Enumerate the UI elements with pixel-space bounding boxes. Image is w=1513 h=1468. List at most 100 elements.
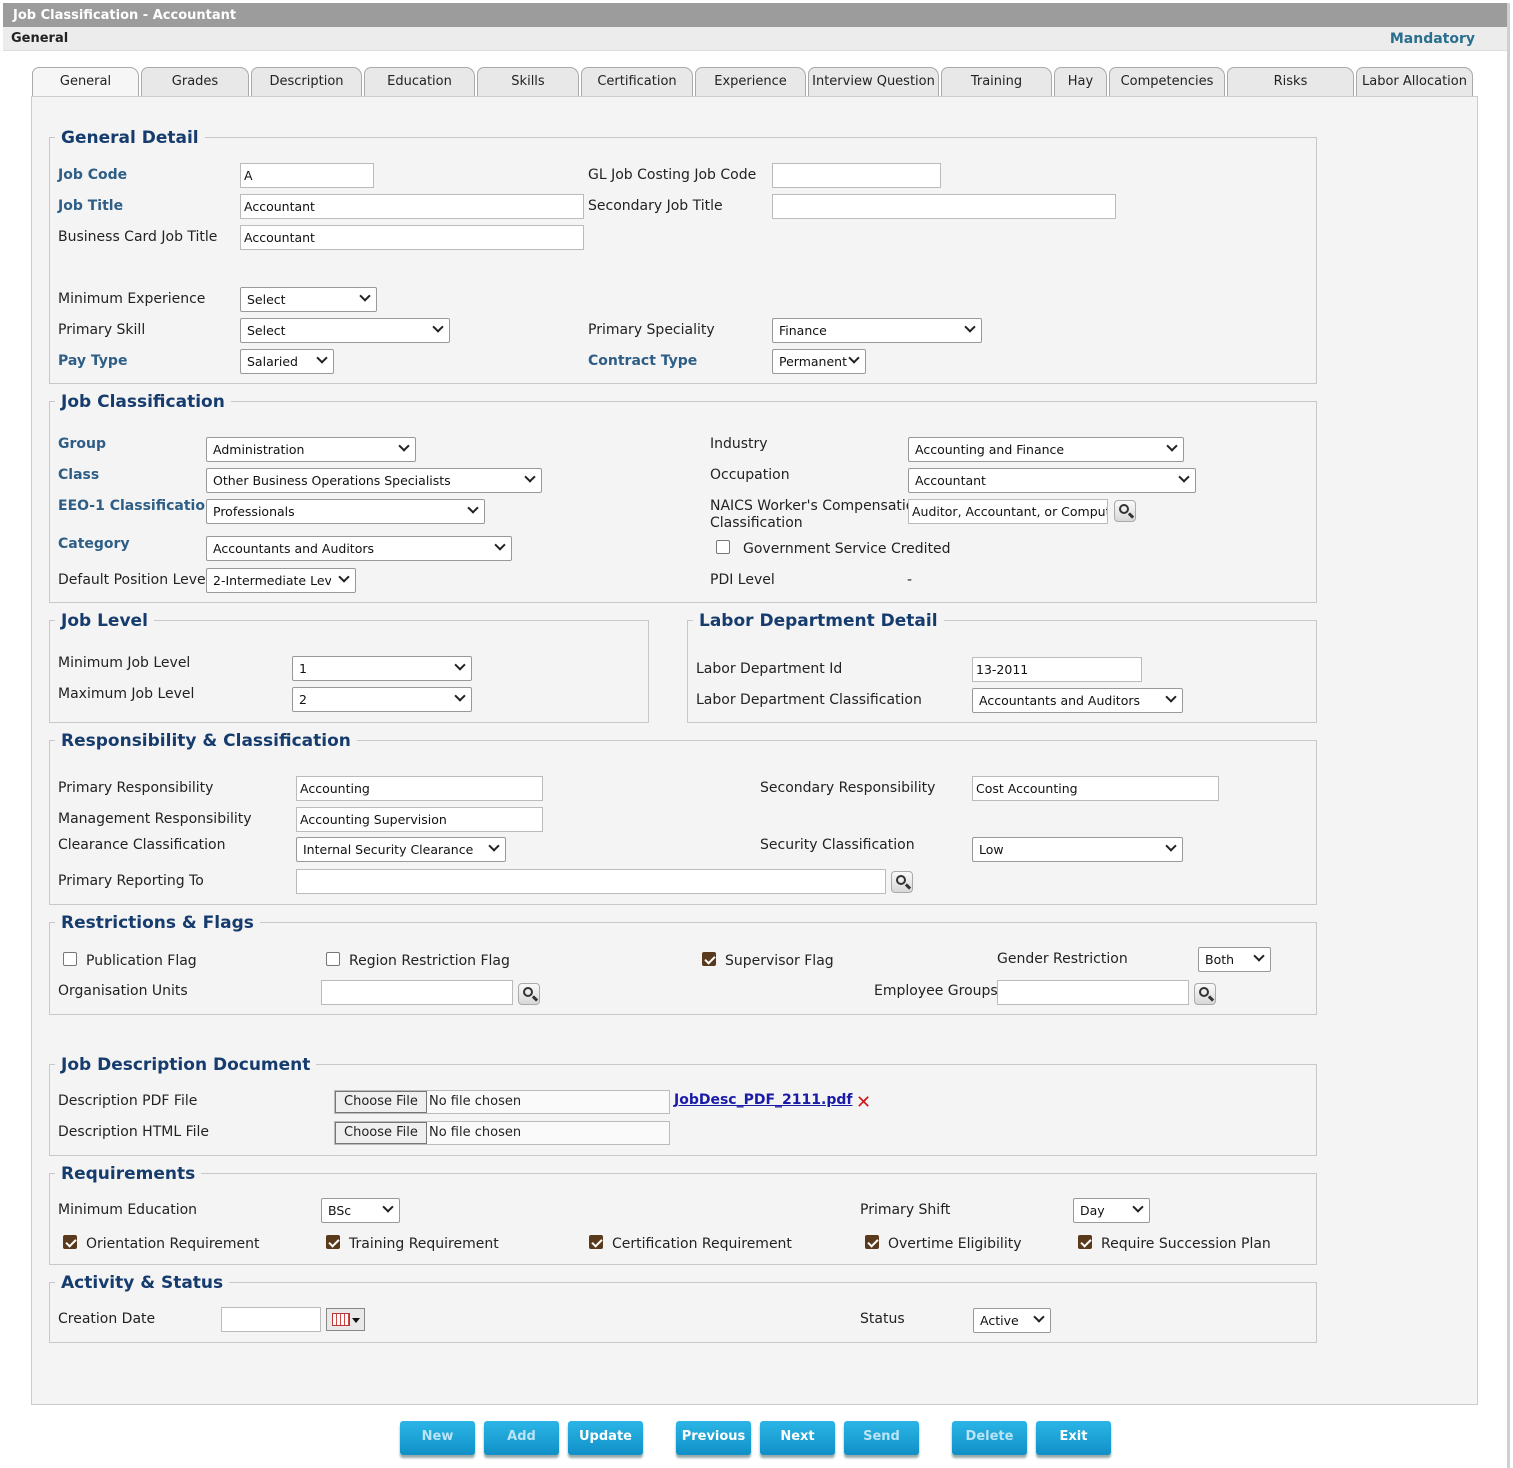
primary-responsibility-input[interactable]: Accounting	[296, 776, 543, 801]
business-card-input[interactable]: Accountant	[240, 225, 584, 250]
chevron-down-icon	[1132, 1201, 1144, 1213]
contract-type-select[interactable]: Permanent	[772, 349, 866, 374]
section-title: General	[11, 31, 69, 46]
overtime-checkbox[interactable]	[865, 1235, 879, 1249]
certification-checkbox[interactable]	[589, 1235, 603, 1249]
tab-competencies[interactable]: Competencies	[1109, 67, 1225, 97]
training-checkbox[interactable]	[326, 1235, 340, 1249]
pdf-choose-file-button[interactable]: Choose File	[335, 1091, 427, 1113]
security-select[interactable]: Low	[972, 837, 1183, 862]
tab-labor-allocation[interactable]: Labor Allocation	[1356, 67, 1473, 97]
gl-code-input[interactable]	[772, 163, 941, 188]
tab-skills[interactable]: Skills	[477, 67, 579, 97]
labor-dept-id-input[interactable]: 13-2011	[972, 657, 1142, 682]
secondary-title-label: Secondary Job Title	[588, 198, 723, 214]
update-button[interactable]: Update	[568, 1421, 643, 1455]
gov-service-checkbox[interactable]	[716, 540, 730, 554]
new-button[interactable]: New	[400, 1421, 475, 1455]
training-label: Training Requirement	[349, 1236, 499, 1252]
chevron-down-icon	[494, 539, 506, 551]
primary-speciality-select[interactable]: Finance	[772, 318, 982, 343]
responsibility-legend: Responsibility & Classification	[55, 731, 357, 751]
primary-shift-label: Primary Shift	[860, 1202, 951, 1218]
default-position-label: Default Position Level	[58, 572, 210, 588]
clearance-select[interactable]: Internal Security Clearance	[296, 837, 506, 862]
status-label: Status	[860, 1311, 905, 1327]
org-units-input[interactable]	[321, 980, 513, 1005]
occupation-label: Occupation	[710, 467, 790, 483]
html-choose-file-button[interactable]: Choose File	[335, 1122, 427, 1144]
chevron-down-icon	[488, 840, 500, 852]
orientation-checkbox[interactable]	[63, 1235, 77, 1249]
tab-experience[interactable]: Experience	[695, 67, 806, 97]
add-button[interactable]: Add	[484, 1421, 559, 1455]
gl-code-label: GL Job Costing Job Code	[588, 167, 757, 183]
primary-shift-select[interactable]: Day	[1073, 1198, 1150, 1223]
management-responsibility-input[interactable]: Accounting Supervision	[296, 807, 543, 832]
delete-button[interactable]: Delete	[952, 1421, 1027, 1455]
pay-type-select[interactable]: Salaried	[240, 349, 334, 374]
secondary-title-input[interactable]	[772, 194, 1116, 219]
management-responsibility-label: Management Responsibility	[58, 811, 252, 827]
naics-search-button[interactable]	[1114, 500, 1136, 522]
html-file-input[interactable]: Choose File No file chosen	[334, 1121, 670, 1145]
tab-interview-question[interactable]: Interview Question	[808, 67, 939, 97]
occupation-select[interactable]: Accountant	[908, 468, 1196, 493]
tab-hay[interactable]: Hay	[1054, 67, 1107, 97]
primary-skill-select[interactable]: Select	[240, 318, 450, 343]
employee-groups-search-button[interactable]	[1194, 983, 1216, 1005]
reporting-to-input[interactable]	[296, 869, 886, 894]
industry-select[interactable]: Accounting and Finance	[908, 437, 1184, 462]
region-flag-checkbox[interactable]	[326, 952, 340, 966]
tab-description[interactable]: Description	[251, 67, 362, 97]
supervisor-flag-label: Supervisor Flag	[725, 953, 834, 969]
restrictions-legend: Restrictions & Flags	[55, 913, 260, 933]
tab-general[interactable]: General	[32, 67, 139, 98]
min-education-select[interactable]: BSc	[321, 1198, 400, 1223]
tab-certification[interactable]: Certification	[581, 67, 693, 97]
min-experience-select[interactable]: Select	[240, 287, 377, 312]
succession-checkbox[interactable]	[1078, 1235, 1092, 1249]
tab-education[interactable]: Education	[364, 67, 475, 97]
labor-dept-class-select[interactable]: Accountants and Auditors	[972, 688, 1183, 713]
group-select[interactable]: Administration	[206, 437, 416, 462]
tab-grades[interactable]: Grades	[141, 67, 249, 97]
default-position-select[interactable]: 2-Intermediate Level	[206, 568, 356, 593]
min-job-level-label: Minimum Job Level	[58, 655, 191, 671]
reporting-to-search-button[interactable]	[891, 871, 913, 893]
category-select[interactable]: Accountants and Auditors	[206, 536, 512, 561]
org-units-search-button[interactable]	[518, 983, 540, 1005]
creation-date-input[interactable]	[221, 1307, 321, 1332]
supervisor-flag-checkbox[interactable]	[702, 952, 716, 966]
tab-training[interactable]: Training	[941, 67, 1052, 97]
calendar-button[interactable]	[326, 1308, 365, 1331]
eeo-select[interactable]: Professionals	[206, 499, 485, 524]
pdf-file-input[interactable]: Choose File No file chosen	[334, 1090, 670, 1114]
chevron-down-icon	[316, 352, 328, 364]
gender-restriction-select[interactable]: Both	[1198, 947, 1271, 972]
min-job-level-select[interactable]: 1	[292, 656, 472, 681]
status-select[interactable]: Active	[973, 1308, 1051, 1333]
chevron-down-icon	[848, 352, 860, 364]
publication-flag-checkbox[interactable]	[63, 952, 77, 966]
previous-button[interactable]: Previous	[676, 1421, 751, 1455]
primary-responsibility-label: Primary Responsibility	[58, 780, 214, 796]
tab-risks[interactable]: Risks	[1227, 67, 1354, 97]
send-button[interactable]: Send	[844, 1421, 919, 1455]
job-title-input[interactable]: Accountant	[240, 194, 584, 219]
max-job-level-select[interactable]: 2	[292, 687, 472, 712]
exit-button[interactable]: Exit	[1036, 1421, 1111, 1455]
naics-input[interactable]: Auditor, Accountant, or Computer	[908, 499, 1108, 524]
class-select[interactable]: Other Business Operations Specialists	[206, 468, 542, 493]
clearance-label: Clearance Classification	[58, 837, 226, 853]
secondary-responsibility-input[interactable]: Cost Accounting	[972, 776, 1219, 801]
job-code-input[interactable]: A	[240, 163, 374, 188]
next-button[interactable]: Next	[760, 1421, 835, 1455]
employee-groups-input[interactable]	[997, 980, 1189, 1005]
general-detail-legend: General Detail	[55, 128, 205, 148]
pdf-file-link[interactable]: JobDesc_PDF_2111.pdf	[674, 1092, 852, 1108]
html-file-label: Description HTML File	[58, 1124, 210, 1140]
delete-icon[interactable]: ✕	[856, 1092, 871, 1113]
chevron-down-icon	[1165, 691, 1177, 703]
chevron-down-icon	[454, 659, 466, 671]
